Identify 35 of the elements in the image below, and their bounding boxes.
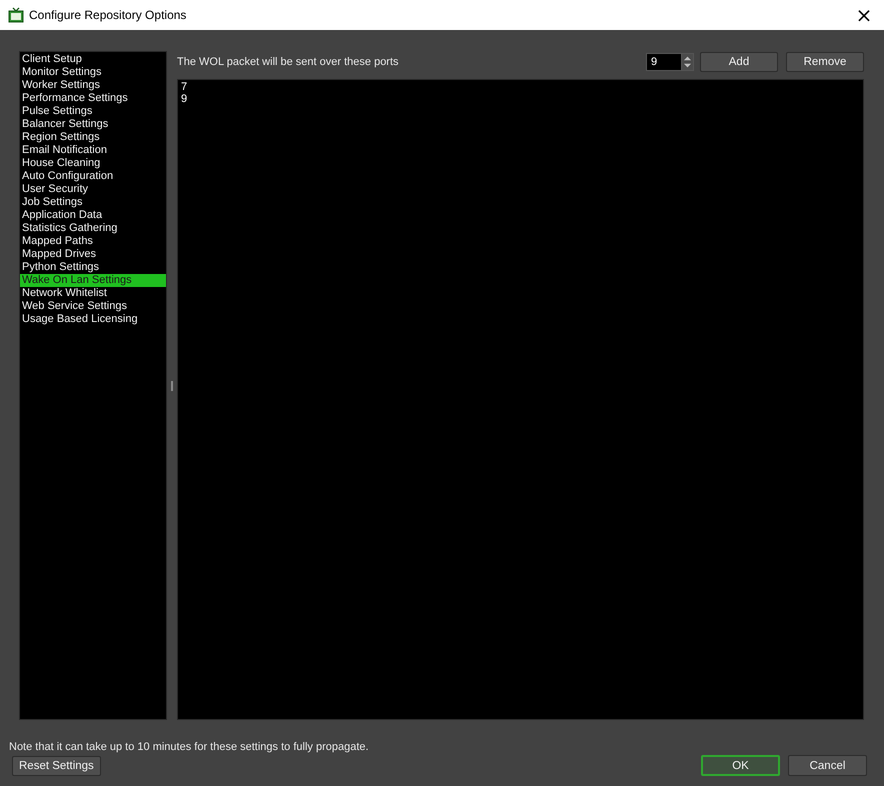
sidebar-item[interactable]: Web Service Settings (20, 300, 166, 313)
sidebar-item[interactable]: Wake On Lan Settings (20, 274, 166, 287)
window-title: Configure Repository Options (29, 8, 188, 22)
remove-button[interactable]: Remove (786, 52, 864, 72)
reset-settings-button[interactable]: Reset Settings (12, 756, 101, 776)
sidebar-item[interactable]: Job Settings (20, 196, 166, 209)
sidebar-item[interactable]: Python Settings (20, 261, 166, 274)
add-button[interactable]: Add (700, 52, 778, 72)
sidebar-item[interactable]: Network Whitelist (20, 287, 166, 300)
sidebar-item[interactable]: Mapped Drives (20, 248, 166, 261)
ports-description: The WOL packet will be sent over these ports (177, 56, 400, 68)
sidebar-item[interactable]: Monitor Settings (20, 66, 166, 79)
sidebar-item[interactable]: Balancer Settings (20, 118, 166, 131)
sidebar-item[interactable]: User Security (20, 183, 166, 196)
sidebar-item[interactable]: Statistics Gathering (20, 222, 166, 235)
ok-button[interactable]: OK (701, 755, 780, 776)
port-spin-field[interactable]: 9 (646, 53, 682, 71)
sidebar-item[interactable]: Pulse Settings (20, 105, 166, 118)
propagation-note: Note that it can take up to 10 minutes for these settings to fully propagate. (9, 741, 370, 755)
cancel-button[interactable]: Cancel (788, 755, 867, 776)
tv-icon (8, 7, 24, 23)
sidebar-item[interactable]: Worker Settings (20, 79, 166, 92)
sidebar-item[interactable]: Region Settings (20, 131, 166, 144)
close-button[interactable]: × (844, 0, 884, 30)
sidebar-item[interactable]: Usage Based Licensing (20, 313, 166, 326)
sidebar-item[interactable]: Application Data (20, 209, 166, 222)
port-item[interactable]: 9 (181, 93, 860, 105)
sidebar-item[interactable]: Mapped Paths (20, 235, 166, 248)
sidebar-item[interactable]: Client Setup (20, 53, 166, 66)
port-item[interactable]: 7 (181, 81, 860, 93)
sidebar-item[interactable]: House Cleaning (20, 157, 166, 170)
spin-arrows-icon[interactable] (682, 53, 694, 71)
sidebar-item[interactable]: Email Notification (20, 144, 166, 157)
sidebar-item[interactable]: Auto Configuration (20, 170, 166, 183)
sidebar-item[interactable]: Performance Settings (20, 92, 166, 105)
